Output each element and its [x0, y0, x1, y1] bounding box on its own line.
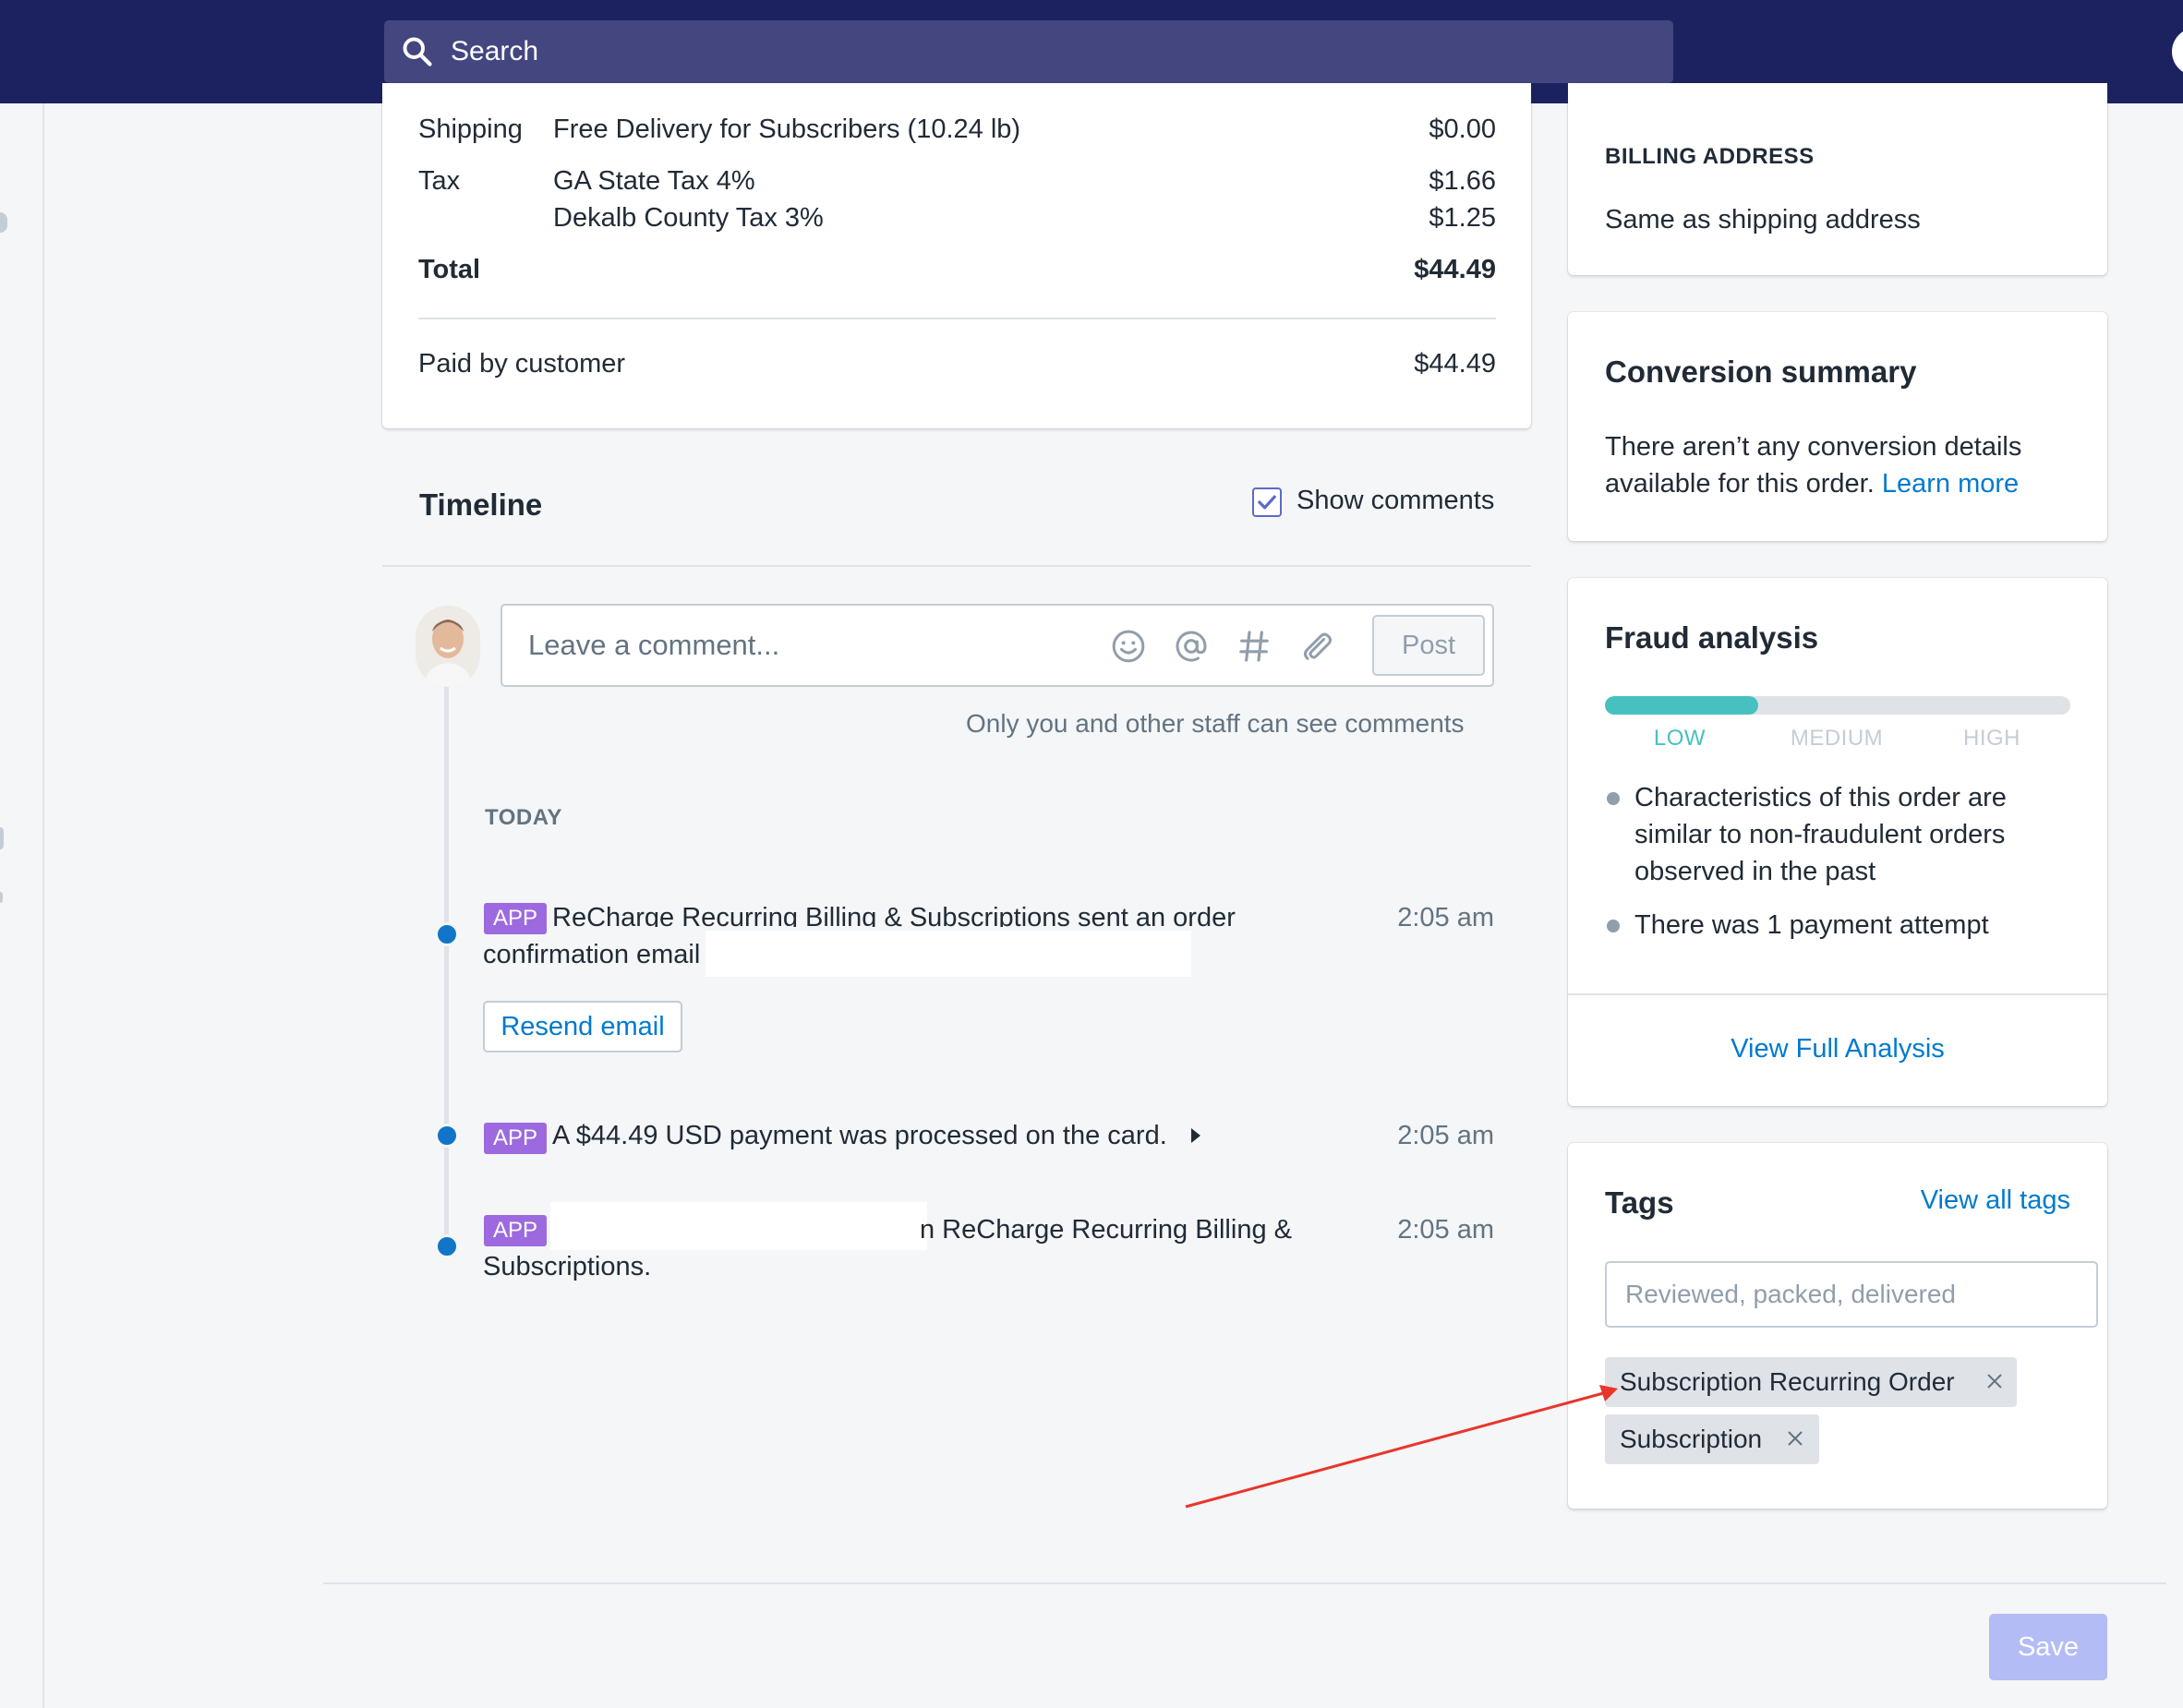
- shipping-method: Free Delivery for Subscribers (10.24 lb): [553, 114, 1021, 144]
- shipping-label: Shipping: [418, 114, 523, 144]
- redacted-area: [706, 931, 1191, 977]
- tax-line-amount: $1.66: [1429, 166, 1496, 196]
- tax-line-name: GA State Tax 4%: [553, 166, 755, 196]
- bullet-dot: [1607, 792, 1620, 805]
- timeline-dot: [435, 1234, 459, 1258]
- expand-caret-icon[interactable]: [1191, 1128, 1200, 1143]
- conversion-title: Conversion summary: [1605, 355, 1917, 389]
- app-badge: APP: [484, 903, 548, 934]
- total-label: Total: [418, 255, 481, 284]
- timeline-dot: [435, 922, 459, 946]
- event-text: ReCharge Recurring Billing & Subscriptio…: [552, 903, 1236, 927]
- timeline-day-label: TODAY: [485, 805, 562, 830]
- order-summary-card: Shipping Free Delivery for Subscribers (…: [382, 83, 1531, 428]
- summary-divider: [418, 318, 1496, 319]
- tags-input[interactable]: Reviewed, packed, delivered: [1605, 1261, 2098, 1328]
- event-time: 2:05 am: [1397, 1215, 1494, 1245]
- sidebar-indicator: [0, 892, 3, 903]
- sidebar-indicator: [0, 827, 4, 849]
- event-text: Subscriptions.: [483, 1252, 652, 1281]
- tax-line-amount: $1.25: [1429, 203, 1496, 233]
- risk-label-medium: MEDIUM: [1790, 726, 1884, 751]
- conversion-text: available for this order.: [1605, 469, 1875, 499]
- risk-meter: [1605, 696, 2070, 715]
- search-bar[interactable]: Search: [384, 20, 1673, 83]
- fraud-bullet-text: similar to non-fraudulent orders: [1634, 820, 2006, 849]
- post-button[interactable]: Post: [1372, 615, 1485, 676]
- tag-label: Subscription Recurring Order: [1620, 1367, 1955, 1396]
- user-avatar: [416, 606, 480, 687]
- event-time: 2:05 am: [1397, 1121, 1494, 1150]
- remove-tag-icon[interactable]: [1784, 1427, 1806, 1449]
- view-all-tags-link[interactable]: View all tags: [1845, 1182, 2070, 1219]
- shipping-amount: $0.00: [1429, 114, 1496, 144]
- show-comments-checkbox[interactable]: [1252, 487, 1282, 517]
- event-text: n ReCharge Recurring Billing &: [920, 1215, 1292, 1245]
- billing-address-card: BILLING ADDRESS Same as shipping address: [1568, 83, 2107, 275]
- fraud-title: Fraud analysis: [1605, 620, 1819, 655]
- comment-box[interactable]: Leave a comment... Post: [501, 604, 1494, 687]
- annotation-arrow: [1185, 1385, 1618, 1509]
- fraud-divider: [1568, 993, 2107, 995]
- risk-meter-fill: [1605, 696, 1759, 715]
- timeline-divider: [382, 565, 1531, 567]
- total-amount: $44.49: [1414, 255, 1496, 284]
- fraud-bullet-text: Characteristics of this order are: [1634, 783, 2007, 812]
- search-placeholder: Search: [451, 36, 539, 66]
- billing-title: BILLING ADDRESS: [1605, 144, 1815, 169]
- paid-amount: $44.49: [1414, 349, 1496, 379]
- timeline-title: Timeline: [419, 487, 543, 522]
- show-comments-label[interactable]: Show comments: [1297, 486, 1494, 516]
- save-button[interactable]: Save: [1989, 1614, 2107, 1680]
- footer-divider: [323, 1582, 2166, 1584]
- user-photo: [416, 606, 480, 687]
- resend-email-button[interactable]: Resend email: [483, 1001, 682, 1052]
- account-avatar[interactable]: [2172, 28, 2183, 76]
- event-time: 2:05 am: [1397, 903, 1494, 932]
- event-text: A $44.49 USD payment was processed on th…: [552, 1121, 1167, 1150]
- tag-label: Subscription: [1620, 1425, 1763, 1453]
- staff-note: Only you and other staff can see comment…: [966, 709, 1465, 738]
- emoji-icon[interactable]: [1110, 628, 1147, 665]
- sidebar-indicator: [0, 212, 7, 233]
- sidebar-border: [42, 103, 44, 1708]
- fraud-analysis-card: Fraud analysis LOW MEDIUM HIGH Character…: [1568, 578, 2107, 1106]
- conversion-text: There aren’t any conversion details: [1605, 432, 2022, 462]
- attachment-icon[interactable]: [1298, 628, 1335, 665]
- timeline-track: [444, 687, 449, 1250]
- app-badge: APP: [484, 1123, 548, 1154]
- tags-placeholder: Reviewed, packed, delivered: [1625, 1280, 1956, 1308]
- fraud-bullet-text: observed in the past: [1634, 857, 1876, 886]
- mention-icon[interactable]: [1173, 628, 1210, 665]
- conversion-summary-card: Conversion summary There aren’t any conv…: [1568, 312, 2107, 541]
- tag-chip: Subscription Recurring Order: [1605, 1357, 2017, 1407]
- risk-label-high: HIGH: [1963, 726, 2020, 751]
- tax-line-name: Dekalb County Tax 3%: [553, 203, 824, 233]
- event-text: confirmation email: [483, 940, 701, 969]
- learn-more-link[interactable]: Learn more: [1882, 469, 2019, 499]
- tags-card: Tags View all tags Reviewed, packed, del…: [1568, 1143, 2107, 1509]
- timeline-dot: [435, 1124, 459, 1148]
- fraud-bullet-text: There was 1 payment attempt: [1634, 910, 1989, 940]
- checkmark-icon: [1258, 495, 1276, 510]
- tags-title: Tags: [1605, 1185, 1674, 1220]
- tag-chip: Subscription: [1605, 1414, 1819, 1464]
- billing-value: Same as shipping address: [1605, 205, 1921, 235]
- remove-tag-icon[interactable]: [1984, 1370, 2006, 1392]
- risk-label-low: LOW: [1653, 726, 1707, 751]
- app-badge: APP: [484, 1215, 548, 1246]
- tax-label: Tax: [418, 166, 461, 196]
- paid-label: Paid by customer: [418, 349, 626, 379]
- view-full-analysis-link[interactable]: View Full Analysis: [1568, 1030, 2107, 1067]
- hashtag-icon[interactable]: [1236, 628, 1272, 665]
- search-icon: [403, 37, 432, 66]
- comment-placeholder: Leave a comment...: [528, 629, 780, 661]
- redacted-area: [550, 1202, 927, 1250]
- conversion-text-line: available for this order. Learn more: [1605, 465, 2019, 502]
- bullet-dot: [1607, 920, 1620, 932]
